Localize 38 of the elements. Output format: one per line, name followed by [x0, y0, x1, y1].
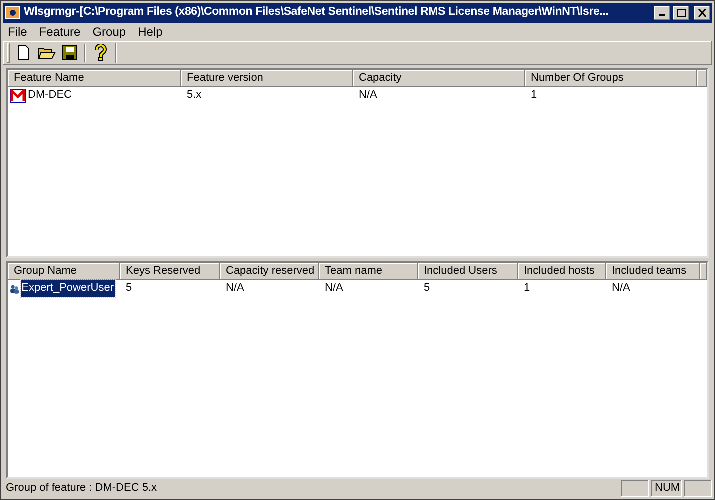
table-cell[interactable]: Expert_PowerUser [20, 280, 115, 297]
column-header[interactable]: Keys Reserved [120, 263, 220, 280]
close-button[interactable] [694, 6, 710, 20]
menu-item[interactable]: Help [132, 22, 169, 41]
minimize-button[interactable] [654, 6, 670, 20]
window-title: Wlsgrmgr-[C:\Program Files (x86)\Common Files\SafeNet Sentinel\Sentinel RMS License Manager\WinNT\lsre... [24, 5, 610, 20]
column-header[interactable]: Number Of Groups [525, 70, 697, 88]
column-header[interactable]: Included teams [606, 263, 700, 280]
table-cell-text: 5.x [186, 88, 203, 104]
column-header[interactable]: Feature Name [8, 70, 181, 88]
column-header[interactable]: Team name [319, 263, 418, 280]
status-text: Group of feature : DM-DEC 5.x [5, 481, 158, 496]
column-header[interactable]: Capacity reserved [220, 263, 319, 280]
minimize-icon [659, 14, 665, 16]
num-lock-indicator: NUM [651, 480, 682, 498]
table-cell-text: N/A [358, 88, 378, 104]
close-icon [698, 8, 706, 17]
table-cell[interactable]: DM-DEC [27, 87, 73, 104]
table-cell-text: N/A [324, 281, 344, 296]
menu-item[interactable]: Group [86, 22, 132, 41]
column-header[interactable]: Included hosts [518, 263, 606, 280]
menu-item[interactable]: File [2, 22, 34, 41]
maximize-icon [676, 8, 686, 17]
table-cell-text: 1 [523, 281, 532, 296]
table-cell-text: N/A [225, 281, 246, 296]
letter-m-logo-icon [10, 88, 26, 103]
question-mark-icon[interactable] [94, 44, 108, 62]
table-cell-text: N/A [611, 281, 632, 296]
table-cell-text: 5 [423, 281, 432, 296]
column-header[interactable]: Included Users [418, 263, 518, 280]
table-cell-text: 5 [125, 281, 134, 296]
maximize-button[interactable] [673, 6, 689, 20]
column-header[interactable]: Group Name [8, 263, 120, 280]
column-header[interactable]: Feature version [181, 70, 353, 88]
new-document-icon[interactable] [16, 44, 32, 61]
menu-item[interactable]: Feature [33, 22, 87, 41]
column-header[interactable]: Capacity [353, 70, 525, 88]
table-cell-text: 1 [530, 88, 538, 104]
